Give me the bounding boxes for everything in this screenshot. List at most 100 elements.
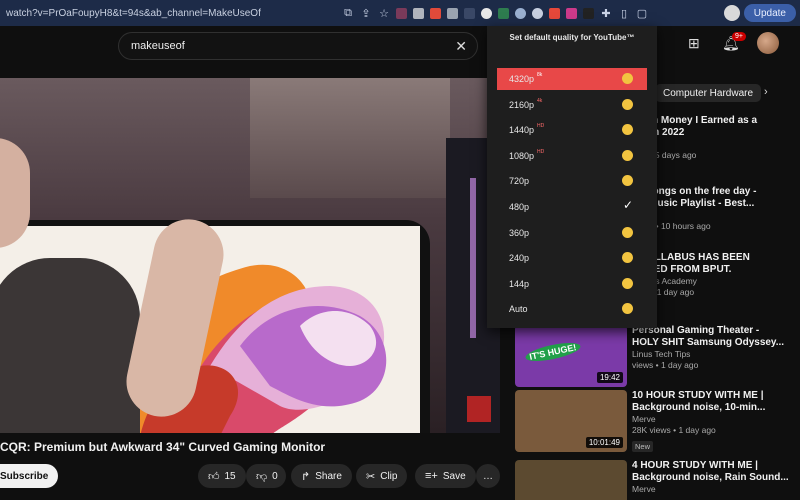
quality-option[interactable]: 480p ✓ <box>497 196 647 218</box>
clip-button[interactable]: ✂ Clip <box>356 464 408 488</box>
quality-popup: Set default quality for YouTube™ 4320p 8k… <box>487 26 657 328</box>
video-player[interactable] <box>0 78 500 433</box>
extension-icon[interactable] <box>430 7 441 19</box>
video-title-line: HOLY SHIT Samsung Odyssey... <box>632 337 785 348</box>
channel-watermark[interactable] <box>467 396 491 422</box>
list-item[interactable]: 4 HOUR STUDY WITH ME | Background noise, … <box>515 460 800 500</box>
like-count: 15 <box>224 470 236 482</box>
open-tab-icon[interactable]: ⧉ <box>342 7 354 20</box>
quality-option[interactable]: 360p <box>497 222 647 244</box>
update-button[interactable]: Update <box>743 4 796 22</box>
video-thumbnail[interactable]: IT'S HUGE! 19:42 <box>515 325 627 387</box>
quality-option[interactable]: 240p <box>497 247 647 269</box>
video-frame-light <box>250 78 450 198</box>
quality-option[interactable]: 144p <box>497 273 647 295</box>
app-root: watch?v=PrOaFoupyH8&t=94s&ab_channel=Mak… <box>0 0 800 500</box>
list-item[interactable]: IT'S HUGE! 19:42 Personal Gaming Theater -… <box>515 325 800 389</box>
quality-tag: 4k <box>537 97 543 104</box>
quality-label: Auto <box>509 304 528 315</box>
quality-option[interactable]: Auto <box>497 298 647 320</box>
share-icon[interactable]: ⇪ <box>360 7 372 20</box>
quality-option[interactable]: 1440p HD <box>497 119 647 141</box>
address-bar[interactable]: watch?v=PrOaFoupyH8&t=94s&ab_channel=Mak… <box>4 3 334 23</box>
search-input-value: makeuseof <box>131 40 185 52</box>
quality-option[interactable]: 720p <box>497 170 647 192</box>
youtube-header: makeuseof ✕ ⊞ 🔔︎ 9+ <box>0 26 800 64</box>
video-thumbnail[interactable]: 10:01:49 <box>515 390 627 452</box>
extension-icon[interactable] <box>396 7 407 19</box>
more-actions-button[interactable]: … <box>476 464 500 488</box>
emoji-icon <box>622 149 633 161</box>
extension-icon[interactable] <box>498 7 509 19</box>
video-actions: Subscribe 👍︎ 15 👎︎ 0 ↱ Share ✂ Clip ≡+ S… <box>0 462 500 490</box>
save-button[interactable]: ≡+ Save <box>415 464 476 488</box>
notifications-badge: 9+ <box>732 32 746 41</box>
window-icon[interactable]: ▢ <box>636 7 648 20</box>
quality-label: 144p <box>509 278 530 289</box>
extension-icon[interactable] <box>464 7 475 19</box>
quality-tag: HD <box>537 123 545 130</box>
clear-search-icon[interactable]: ✕ <box>455 38 467 55</box>
quality-tag: 8k <box>537 72 543 78</box>
thumbs-down-icon: 👎︎ <box>256 470 268 483</box>
share-button[interactable]: ↱ Share <box>291 464 352 488</box>
video-frame-person-body <box>0 258 140 433</box>
more-actions-icon: … <box>483 470 493 482</box>
video-title-line: Background noise, 10-min... <box>632 402 766 413</box>
subscribe-button[interactable]: Subscribe <box>0 464 59 488</box>
like-button[interactable]: 👍︎ 15 <box>198 464 246 488</box>
chevron-right-icon[interactable]: › <box>764 86 768 98</box>
channel-name: Linus Tech Tips <box>632 349 691 359</box>
extension-icon[interactable] <box>447 7 458 19</box>
chip-computer-hardware[interactable]: Computer Hardware <box>655 84 762 102</box>
view-count: views • 1 day ago <box>632 360 699 370</box>
extension-icon[interactable] <box>532 7 543 19</box>
create-video-icon[interactable]: ⊞ <box>688 35 700 52</box>
quality-option[interactable]: 4320p 8k <box>497 68 647 90</box>
video-info: Personal Gaming Theater - HOLY SHIT Samsu… <box>632 325 792 371</box>
extension-icon[interactable] <box>566 7 577 19</box>
video-thumbnail[interactable] <box>515 460 627 500</box>
extension-row: ⧉ ⇪ ☆ ✚ ▯ ▢ <box>342 7 648 20</box>
puzzle-icon[interactable]: ✚ <box>600 7 612 20</box>
extension-icon[interactable] <box>413 7 424 19</box>
sidebar-icon[interactable]: ▯ <box>618 7 630 20</box>
quality-label: 240p <box>509 253 530 264</box>
quality-option[interactable]: 1080p HD <box>497 145 647 167</box>
browser-toolbar: watch?v=PrOaFoupyH8&t=94s&ab_channel=Mak… <box>0 0 800 26</box>
quality-label: 1080p <box>509 150 535 161</box>
quality-label: 4320p <box>509 74 535 84</box>
video-frame-pc-glow <box>470 178 476 338</box>
extension-icon[interactable] <box>583 7 594 19</box>
video-title-line: 10 HOUR STUDY WITH ME | <box>632 390 764 401</box>
dislike-button[interactable]: 👎︎ 0 <box>246 464 286 488</box>
list-item[interactable]: 10:01:49 10 HOUR STUDY WITH ME | Backgroun… <box>515 390 800 454</box>
new-badge: New <box>632 441 654 452</box>
quality-label: 360p <box>509 227 530 238</box>
bookmark-star-icon[interactable]: ☆ <box>378 7 390 20</box>
extension-icon[interactable] <box>549 7 560 19</box>
emoji-icon <box>622 252 633 264</box>
video-info: 10 HOUR STUDY WITH ME | Background noise,… <box>632 390 792 454</box>
emoji-icon <box>622 226 633 238</box>
avatar[interactable] <box>757 32 779 54</box>
quality-option[interactable]: 2160p 4k <box>497 94 647 116</box>
emoji-icon <box>622 277 633 289</box>
video-title: CQR: Premium but Awkward 34" Curved Gami… <box>0 440 326 454</box>
emoji-icon <box>622 98 633 110</box>
extension-icon[interactable] <box>481 7 492 19</box>
search-input[interactable]: makeuseof ✕ <box>118 32 478 60</box>
browser-profile-avatar[interactable] <box>724 5 740 21</box>
popup-title: Set default quality for YouTube™ <box>509 33 635 42</box>
share-label: Share <box>315 470 342 482</box>
video-title-line: 4 HOUR STUDY WITH ME | <box>632 460 758 471</box>
channel-name: Merve <box>632 414 656 424</box>
quality-label: 720p <box>509 176 530 187</box>
extension-icon[interactable] <box>515 7 526 19</box>
dislike-count: 0 <box>272 470 278 482</box>
duration-badge: 19:42 <box>596 372 623 383</box>
emoji-icon <box>622 303 633 315</box>
channel-name: Merve <box>632 484 656 494</box>
quality-tag: HD <box>537 148 545 155</box>
checkmark-icon: ✓ <box>622 198 633 212</box>
